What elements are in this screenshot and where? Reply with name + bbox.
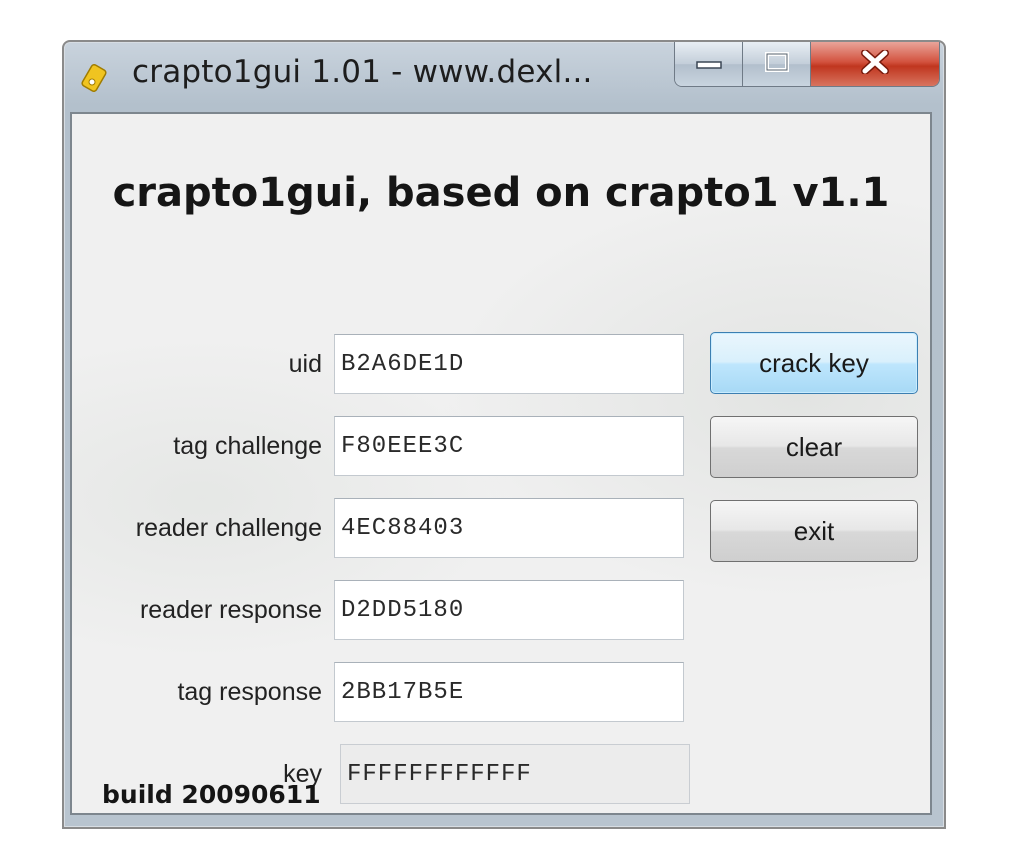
- title-bar[interactable]: crapto1gui 1.01 - www.dexl...: [64, 42, 944, 114]
- tag-response-label: tag response: [177, 678, 322, 706]
- close-icon: [860, 49, 890, 78]
- key-output-field[interactable]: FFFFFFFFFFFF: [340, 744, 690, 804]
- reader-challenge-label: reader challenge: [135, 514, 322, 542]
- client-area: crapto1gui, based on crapto1 v1.1 uid B2…: [70, 112, 932, 815]
- exit-button[interactable]: exit: [710, 500, 918, 562]
- maximize-button[interactable]: [743, 42, 811, 86]
- tag-challenge-label: tag challenge: [173, 432, 322, 460]
- uid-field[interactable]: B2A6DE1D: [334, 334, 684, 394]
- clear-button[interactable]: clear: [710, 416, 918, 478]
- tag-challenge-field[interactable]: F80EEE3C: [334, 416, 684, 476]
- row-uid: uid: [72, 334, 322, 398]
- build-label: build 20090611: [102, 780, 321, 809]
- maximize-icon: [764, 52, 789, 76]
- reader-response-label: reader response: [139, 596, 322, 624]
- row-tag-response: tag response: [72, 662, 322, 726]
- close-button[interactable]: [811, 42, 939, 86]
- row-tag-challenge: tag challenge: [72, 416, 322, 480]
- minimize-icon: [695, 55, 722, 74]
- reader-response-field[interactable]: D2DD5180: [334, 580, 684, 640]
- minimize-button[interactable]: [675, 42, 743, 86]
- row-reader-challenge: reader challenge: [72, 498, 322, 562]
- window-controls: [674, 42, 940, 87]
- page-title: crapto1gui, based on crapto1 v1.1: [112, 170, 890, 216]
- app-window: crapto1gui 1.01 - www.dexl... crapto1gui…: [62, 40, 946, 829]
- reader-challenge-field[interactable]: 4EC88403: [334, 498, 684, 558]
- row-reader-response: reader response: [72, 580, 322, 644]
- app-icon: [78, 60, 114, 96]
- crack-key-button[interactable]: crack key: [710, 332, 918, 394]
- tag-response-field[interactable]: 2BB17B5E: [334, 662, 684, 722]
- window-title: crapto1gui 1.01 - www.dexl...: [132, 54, 593, 90]
- uid-label: uid: [288, 350, 322, 378]
